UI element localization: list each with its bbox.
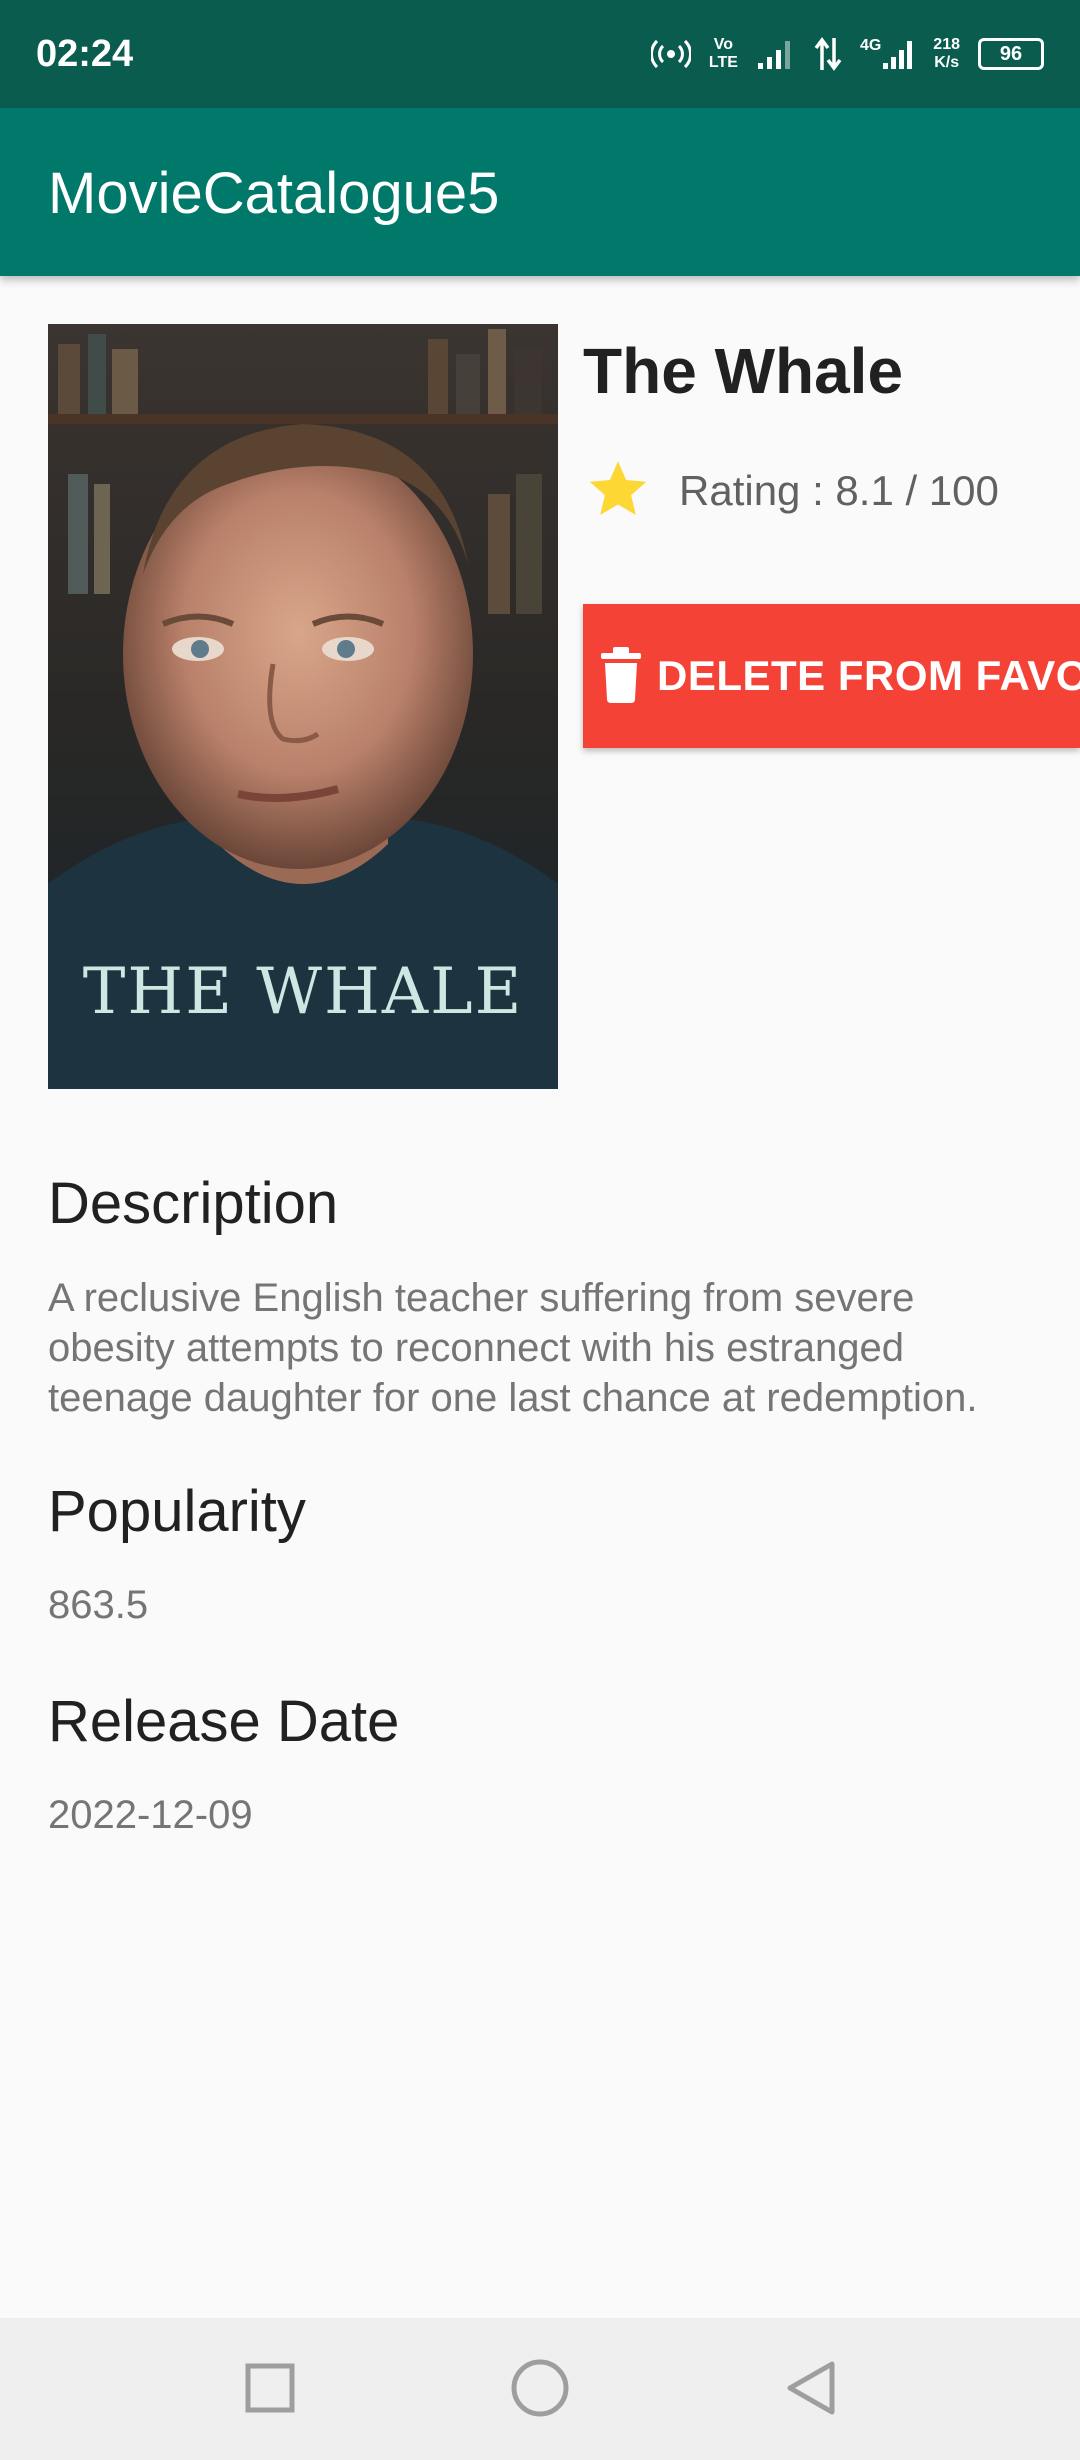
- hotspot-icon: [650, 38, 691, 70]
- speed-unit: K/s: [934, 54, 960, 71]
- volte-icon: Vo LTE: [709, 36, 738, 72]
- volte-top-text: Vo: [713, 36, 734, 53]
- navigation-bar: [0, 2318, 1080, 2460]
- battery-level-text: 96: [999, 42, 1023, 65]
- rating-row: Rating : 8.1 / 100: [583, 460, 999, 522]
- movie-poster: THE WHALE: [48, 324, 558, 1089]
- description-heading: Description: [48, 1171, 339, 1236]
- recents-button[interactable]: [230, 2348, 310, 2428]
- status-bar: 02:24 Vo LTE 4G 218 K/s 96: [0, 0, 1080, 108]
- home-button[interactable]: [500, 2348, 580, 2428]
- description-text: A reclusive English teacher suffering fr…: [48, 1276, 978, 1420]
- battery-level: 96: [978, 38, 1044, 70]
- speed-value: 218: [933, 36, 960, 53]
- star-icon: [583, 454, 653, 529]
- app-title: MovieCatalogue5: [48, 161, 500, 226]
- square-icon: [245, 2363, 295, 2413]
- signal-icon: [756, 37, 796, 71]
- network-speed: 218 K/s: [933, 36, 960, 72]
- poster-caption: THE WHALE: [82, 955, 524, 1029]
- trash-icon: [599, 646, 643, 706]
- release-date-heading: Release Date: [48, 1689, 400, 1754]
- rating-text: Rating : 8.1 / 100: [679, 467, 999, 514]
- popularity-heading: Popularity: [48, 1479, 306, 1544]
- volte-bottom-text: LTE: [708, 54, 738, 71]
- circle-icon: [511, 2359, 569, 2417]
- app-bar: MovieCatalogue5: [0, 108, 1080, 276]
- data-arrows-icon: [814, 36, 842, 72]
- popularity-value: 863.5: [48, 1583, 149, 1627]
- delete-from-favorite-button[interactable]: DELETE FROM FAVORITE: [583, 604, 1080, 748]
- back-button[interactable]: [770, 2348, 850, 2428]
- network-type-text: 4G: [859, 37, 882, 54]
- delete-button-label: DELETE FROM FAVORITE: [657, 652, 1080, 699]
- status-time: 02:24: [36, 33, 134, 75]
- status-icons: Vo LTE 4G 218 K/s 96: [650, 28, 1044, 80]
- movie-title: The Whale: [583, 335, 904, 407]
- release-date-value: 2022-12-09: [48, 1793, 253, 1837]
- signal-4g-icon: 4G: [860, 37, 915, 71]
- back-triangle-icon: [787, 2361, 835, 2415]
- battery-icon: 96: [978, 38, 1044, 70]
